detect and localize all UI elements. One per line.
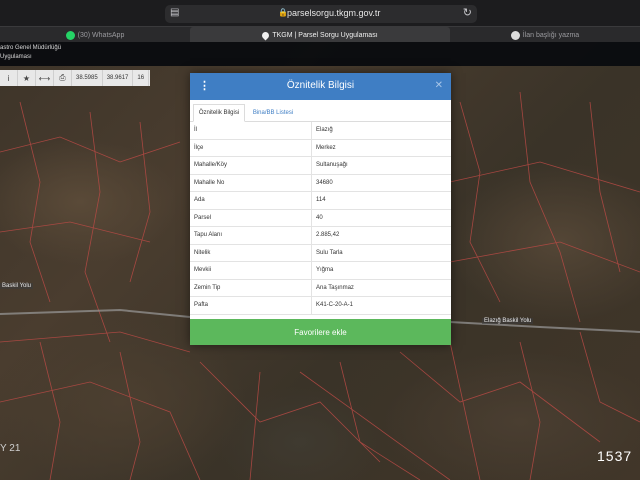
table-row: Mahalle No 34680 <box>190 174 451 192</box>
dialog-title: Öznitelik Bilgisi <box>286 80 355 91</box>
whatsapp-icon <box>65 30 75 40</box>
table-row: Tapu Alanı 2.885,42 <box>190 227 451 245</box>
table-row: Mevkii Yığma <box>190 262 451 280</box>
attribute-value: 114 <box>316 197 326 204</box>
attribute-key: Pafta <box>190 297 312 314</box>
info-icon[interactable]: i <box>0 70 18 86</box>
coordinate-y: 38.9617 <box>103 70 134 86</box>
attribute-value: Sultanuşağı <box>316 162 348 169</box>
star-icon[interactable]: ★ <box>18 70 36 86</box>
attribute-key: Mevkii <box>190 262 312 279</box>
attribute-value: K41-C-20-A-1 <box>316 302 354 309</box>
tab-label: TKGM | Parsel Sorgu Uygulaması <box>272 31 378 39</box>
tab-tkgm[interactable]: TKGM | Parsel Sorgu Uygulaması <box>190 27 450 43</box>
table-row: Pafta K41-C-20-A-1 <box>190 297 451 315</box>
table-row: İl Elazığ <box>190 122 451 140</box>
imagery-year-label: Y 21 <box>0 443 21 454</box>
map-header: astro Genel Müdürlüğü Uygulaması <box>0 42 640 66</box>
zoom-level: 16 <box>133 70 150 86</box>
attribute-table: İl Elazığ İlçe Merkez Mahalle/Köy Sultanuşağı… <box>190 122 451 315</box>
tab-bar: (30) WhatsApp TKGM | Parsel Sorgu Uygula… <box>0 26 640 43</box>
attribute-value: Ana Taşınmaz <box>316 284 354 291</box>
tab-building-list[interactable]: Bina/BB Listesi <box>248 104 298 122</box>
close-icon[interactable]: ✕ <box>435 80 443 91</box>
tab-label: (30) WhatsApp <box>77 31 125 39</box>
tab-label: İlan başlığı yazma <box>522 31 580 39</box>
address-bar[interactable]: ▤ 🔒 parselsorgu.tkgm.gov.tr ↻ <box>165 5 477 23</box>
attribute-value: 2.885,42 <box>316 232 340 239</box>
location-pin-icon <box>260 30 271 40</box>
attribute-key: Tapu Alanı <box>190 227 312 244</box>
app-subtitle: Uygulaması <box>0 54 32 60</box>
map-toolbar: i ★ ⟷ ⎙ 38.5985 38.9617 16 <box>0 70 150 86</box>
table-row: Zemin Tip Ana Taşınmaz <box>190 279 451 297</box>
attribute-value: 40 <box>316 214 323 221</box>
tab-attribute-info[interactable]: Öznitelik Bilgisi <box>193 104 245 122</box>
tab-whatsapp[interactable]: (30) WhatsApp <box>0 27 190 43</box>
dialog-header: ⋮ Öznitelik Bilgisi ✕ <box>190 73 451 100</box>
corner-number: 1537 <box>597 448 633 464</box>
attribute-info-dialog: ⋮ Öznitelik Bilgisi ✕ Öznitelik Bilgisi … <box>190 73 451 345</box>
attribute-key: Mahalle No <box>190 174 312 191</box>
reader-mode-icon[interactable]: ▤ <box>170 7 179 18</box>
print-icon[interactable]: ⎙ <box>54 70 72 86</box>
attribute-key: Zemin Tip <box>190 279 312 296</box>
attribute-value: Elazığ <box>316 127 333 134</box>
attribute-key: İl <box>190 122 312 139</box>
attribute-value: Sulu Tarla <box>316 249 343 256</box>
road-label: Elazığ Baskil Yolu <box>482 318 534 324</box>
attribute-key: Nitelik <box>190 244 312 261</box>
add-to-favorites-button[interactable]: Favorilere ekle <box>190 319 451 345</box>
url-text[interactable]: parselsorgu.tkgm.gov.tr <box>287 8 380 18</box>
table-row: İlçe Merkez <box>190 139 451 157</box>
road-label: Baskil Yolu <box>0 283 34 289</box>
attribute-key: Mahalle/Köy <box>190 157 312 174</box>
table-row: Nitelik Sulu Tarla <box>190 244 451 262</box>
coordinate-x: 38.5985 <box>72 70 103 86</box>
table-row: Ada 114 <box>190 192 451 210</box>
attribute-key: Parsel <box>190 209 312 226</box>
agency-title: astro Genel Müdürlüğü <box>0 45 62 51</box>
attribute-value: Merkez <box>316 144 336 151</box>
browser-toolbar: ▤ 🔒 parselsorgu.tkgm.gov.tr ↻ <box>0 0 640 26</box>
measure-icon[interactable]: ⟷ <box>36 70 54 86</box>
page-icon <box>510 30 520 40</box>
table-row: Mahalle/Köy Sultanuşağı <box>190 157 451 175</box>
tab-ilan[interactable]: İlan başlığı yazma <box>450 27 640 43</box>
attribute-key: İlçe <box>190 139 312 156</box>
attribute-value: 34680 <box>316 179 333 186</box>
attribute-value: Yığma <box>316 267 334 274</box>
dialog-tabs: Öznitelik Bilgisi Bina/BB Listesi <box>190 100 451 122</box>
attribute-key: Ada <box>190 192 312 209</box>
reload-icon[interactable]: ↻ <box>463 6 472 19</box>
table-row: Parsel 40 <box>190 209 451 227</box>
